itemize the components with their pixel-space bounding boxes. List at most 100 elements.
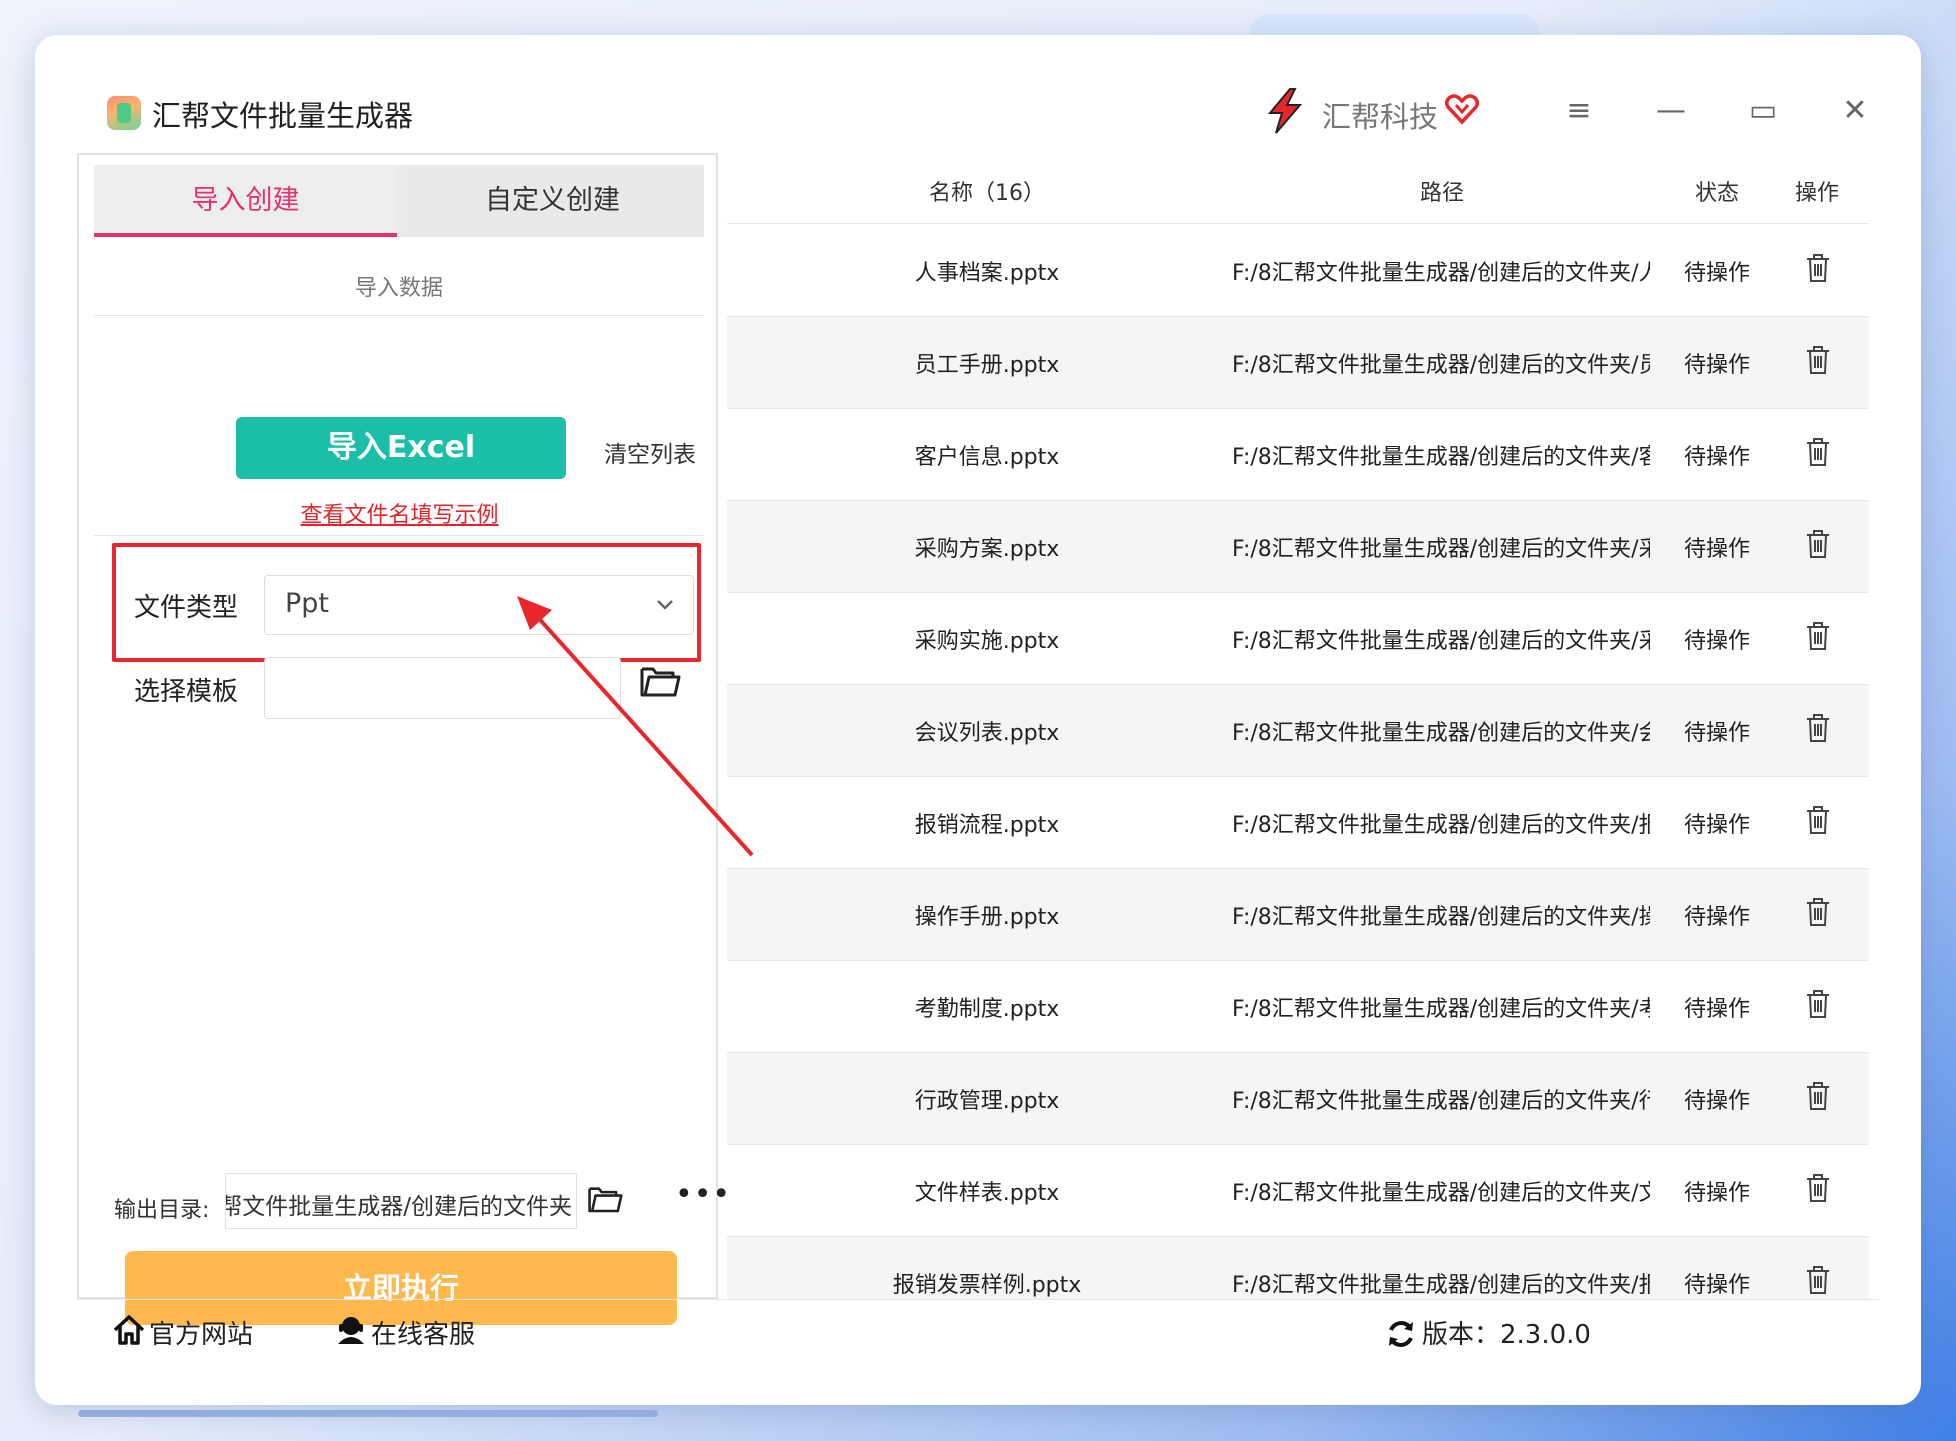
table-row[interactable]: 行政管理.pptx F:/8汇帮文件批量生成器/创建后的文件夹/行政管理.pptx…: [727, 1053, 1869, 1145]
row-path: F:/8汇帮文件批量生成器/创建后的文件夹/采购实施.pptx: [1232, 629, 1650, 654]
row-path: F:/8汇帮文件批量生成器/创建后的文件夹/人事档案.pptx: [1232, 261, 1650, 286]
table-row[interactable]: 报销发票样例.pptx F:/8汇帮文件批量生成器/创建后的文件夹/报销发票样例.…: [727, 1237, 1869, 1299]
row-path: F:/8汇帮文件批量生成器/创建后的文件夹/报销发票样例.pptx: [1232, 1273, 1650, 1298]
row-name: 会议列表.pptx: [914, 721, 1060, 746]
row-name: 客户信息.pptx: [914, 445, 1060, 470]
clear-list-button[interactable]: 清空列表: [604, 435, 696, 469]
trash-icon[interactable]: [1805, 897, 1831, 927]
header-status: 状态: [1694, 181, 1739, 206]
row-path: F:/8汇帮文件批量生成器/创建后的文件夹/会议列表.pptx: [1232, 721, 1650, 746]
trash-icon[interactable]: [1805, 805, 1831, 835]
row-status: 待操作: [1683, 813, 1750, 838]
tab-import-create[interactable]: 导入创建: [94, 165, 397, 237]
output-dir-value: F:/8汇帮文件批量生成器/创建后的文件夹: [225, 1194, 572, 1220]
app-window: 汇帮文件批量生成器 汇帮科技 ≡ — ▭ ✕ 导入创建 自定义创建 导入数据 导…: [35, 35, 1921, 1405]
table-row[interactable]: 报销流程.pptx F:/8汇帮文件批量生成器/创建后的文件夹/报销流程.pptx…: [727, 777, 1869, 869]
trash-icon[interactable]: [1805, 621, 1831, 651]
trash-icon[interactable]: [1805, 713, 1831, 743]
close-icon[interactable]: ✕: [1835, 91, 1875, 131]
output-folder-icon[interactable]: [587, 1183, 623, 1215]
header-name: 名称（16）: [929, 181, 1045, 206]
table-row[interactable]: 操作手册.pptx F:/8汇帮文件批量生成器/创建后的文件夹/操作手册.pptx…: [727, 869, 1869, 961]
row-status: 待操作: [1683, 537, 1750, 562]
row-path: F:/8汇帮文件批量生成器/创建后的文件夹/操作手册.pptx: [1232, 905, 1650, 930]
row-path: F:/8汇帮文件批量生成器/创建后的文件夹/文件样表.pptx: [1232, 1181, 1650, 1206]
template-input[interactable]: [264, 657, 621, 719]
table-row[interactable]: 采购实施.pptx F:/8汇帮文件批量生成器/创建后的文件夹/采购实施.pptx…: [727, 593, 1869, 685]
title-bar: 汇帮文件批量生成器 汇帮科技 ≡ — ▭ ✕: [77, 75, 1879, 151]
table-row[interactable]: 文件样表.pptx F:/8汇帮文件批量生成器/创建后的文件夹/文件样表.pptx…: [727, 1145, 1869, 1237]
online-support-link[interactable]: 在线客服: [371, 1314, 475, 1351]
import-excel-button[interactable]: 导入Excel: [236, 417, 566, 479]
table-row[interactable]: 客户信息.pptx F:/8汇帮文件批量生成器/创建后的文件夹/客户信息.pptx…: [727, 409, 1869, 501]
maximize-icon[interactable]: ▭: [1743, 91, 1783, 131]
row-status: 待操作: [1683, 997, 1750, 1022]
brand-bolt-icon: [1267, 88, 1303, 134]
brand-name: 汇帮科技: [1322, 100, 1439, 134]
row-name: 员工手册.pptx: [914, 353, 1060, 378]
row-status: 待操作: [1683, 721, 1750, 746]
table-row[interactable]: 人事档案.pptx F:/8汇帮文件批量生成器/创建后的文件夹/人事档案.pptx…: [727, 225, 1869, 317]
trash-icon[interactable]: [1805, 345, 1831, 375]
tab-bar: 导入创建 自定义创建: [94, 165, 704, 237]
trash-icon[interactable]: [1805, 1173, 1831, 1203]
more-icon[interactable]: •••: [675, 1180, 731, 1210]
row-path: F:/8汇帮文件批量生成器/创建后的文件夹/采购方案.pptx: [1232, 537, 1650, 562]
vip-heart-icon[interactable]: [1445, 93, 1479, 125]
filename-example-link[interactable]: 查看文件名填写示例: [79, 497, 720, 529]
support-icon[interactable]: [335, 1314, 367, 1346]
minimize-icon[interactable]: —: [1651, 91, 1691, 131]
row-name: 人事档案.pptx: [914, 261, 1060, 286]
trash-icon[interactable]: [1805, 989, 1831, 1019]
section-label: 导入数据: [354, 276, 443, 301]
folder-icon[interactable]: [639, 663, 681, 699]
app-body: 汇帮文件批量生成器 汇帮科技 ≡ — ▭ ✕ 导入创建 自定义创建 导入数据 导…: [77, 75, 1879, 1367]
header-path: 路径: [1419, 181, 1464, 206]
output-dir-input[interactable]: F:/8汇帮文件批量生成器/创建后的文件夹: [225, 1173, 577, 1229]
row-path: F:/8汇帮文件批量生成器/创建后的文件夹/员工手册.pptx: [1232, 353, 1650, 378]
row-path: F:/8汇帮文件批量生成器/创建后的文件夹/报销流程.pptx: [1232, 813, 1650, 838]
header-action: 操作: [1794, 181, 1839, 206]
refresh-icon[interactable]: [1385, 1318, 1417, 1350]
row-name: 采购方案.pptx: [914, 537, 1060, 562]
trash-icon[interactable]: [1805, 253, 1831, 283]
output-dir-label: 输出目录:: [114, 1198, 210, 1223]
official-website-link[interactable]: 官方网站: [149, 1314, 253, 1351]
row-path: F:/8汇帮文件批量生成器/创建后的文件夹/行政管理.pptx: [1232, 1089, 1650, 1114]
home-icon[interactable]: [113, 1314, 145, 1346]
row-path: F:/8汇帮文件批量生成器/创建后的文件夹/客户信息.pptx: [1232, 445, 1650, 470]
row-name: 采购实施.pptx: [914, 629, 1060, 654]
row-status: 待操作: [1683, 629, 1750, 654]
row-path: F:/8汇帮文件批量生成器/创建后的文件夹/考勤制度.pptx: [1232, 997, 1650, 1022]
trash-icon[interactable]: [1805, 437, 1831, 467]
row-name: 考勤制度.pptx: [914, 997, 1060, 1022]
table-row[interactable]: 采购方案.pptx F:/8汇帮文件批量生成器/创建后的文件夹/采购方案.pptx…: [727, 501, 1869, 593]
table-row[interactable]: 考勤制度.pptx F:/8汇帮文件批量生成器/创建后的文件夹/考勤制度.pptx…: [727, 961, 1869, 1053]
row-name: 报销流程.pptx: [914, 813, 1060, 838]
table-row[interactable]: 员工手册.pptx F:/8汇帮文件批量生成器/创建后的文件夹/员工手册.pptx…: [727, 317, 1869, 409]
file-table: 名称（16） 路径 状态 操作 人事档案.pptx F:/8汇帮文件批量生成器/创…: [727, 153, 1869, 1299]
version-label: 版本：2.3.0.0: [1422, 1320, 1591, 1350]
row-status: 待操作: [1683, 905, 1750, 930]
app-title: 汇帮文件批量生成器: [152, 99, 414, 133]
tab-custom-create[interactable]: 自定义创建: [401, 165, 704, 237]
highlight-annotation: [112, 543, 701, 662]
table-row[interactable]: 会议列表.pptx F:/8汇帮文件批量生成器/创建后的文件夹/会议列表.pptx…: [727, 685, 1869, 777]
menu-icon[interactable]: ≡: [1559, 91, 1599, 131]
row-status: 待操作: [1683, 353, 1750, 378]
row-status: 待操作: [1683, 1181, 1750, 1206]
trash-icon[interactable]: [1805, 529, 1831, 559]
trash-icon[interactable]: [1805, 1265, 1831, 1295]
divider: [94, 535, 704, 536]
row-status: 待操作: [1683, 445, 1750, 470]
divider: [94, 315, 704, 316]
template-label: 选择模板: [134, 677, 239, 707]
footer: 官方网站 在线客服 版本：2.3.0.0: [77, 1299, 1879, 1368]
row-status: 待操作: [1683, 1273, 1750, 1298]
trash-icon[interactable]: [1805, 1081, 1831, 1111]
row-status: 待操作: [1683, 1089, 1750, 1114]
app-logo-icon: [107, 96, 141, 130]
row-name: 行政管理.pptx: [914, 1089, 1060, 1114]
table-header: 名称（16） 路径 状态 操作: [727, 153, 1869, 224]
background-decoration: [78, 1410, 658, 1417]
